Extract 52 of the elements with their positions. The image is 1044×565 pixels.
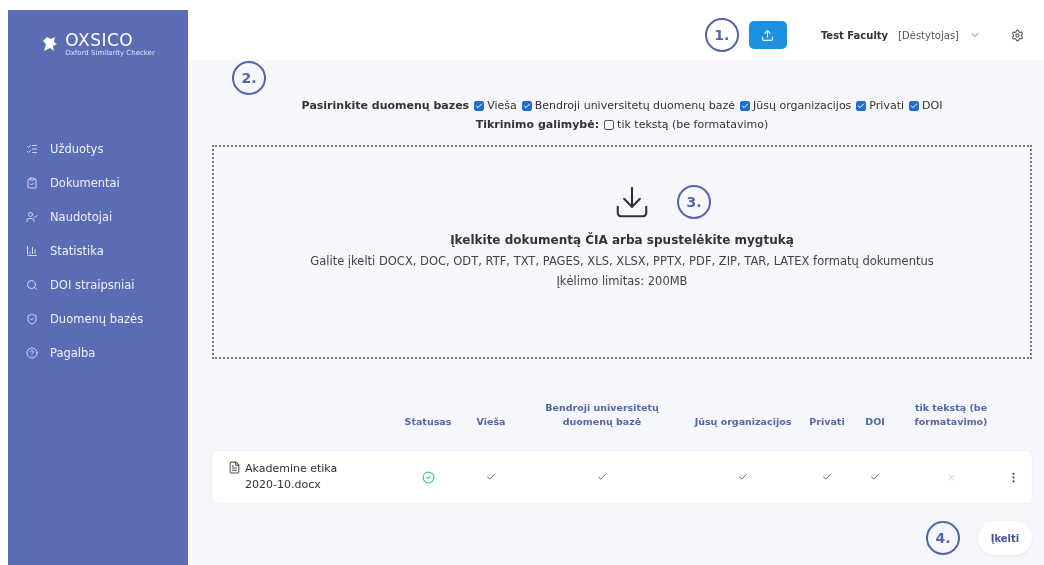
drop-zone[interactable]: 3. Įkelkite dokumentą ČIA arba spustelėkite mygtuką Galite įkelti DOCX, DOC, ODT, RTF, TXT, PAGES, XLS, XLSX, PPTX, PDF, ZIP, TAR, LATEX formatų dokumentus Įkėlimo limitas: 200MB [212, 145, 1032, 359]
check-mode-label: Tikrinimo galimybė: [475, 118, 600, 131]
checkbox[interactable] [521, 100, 532, 111]
sidebar-item[interactable]: Dokumentai [8, 166, 188, 200]
column-header: Statusas [403, 415, 453, 429]
sidebar-item[interactable]: Naudotojai [8, 200, 188, 234]
column-header: Jūsų organizacijos [693, 415, 793, 429]
user-icon [26, 211, 38, 223]
sidebar-item[interactable]: Užduotys [8, 132, 188, 166]
option-label[interactable]: Jūsų organizacijos [753, 99, 852, 112]
formats-text: Galite įkelti DOCX, DOC, ODT, RTF, TXT, PAGES, XLS, XLSX, PPTX, PDF, ZIP, TAR, LATEX formatų dokumentus [310, 253, 934, 270]
sidebar-item[interactable]: Pagalba [8, 336, 188, 370]
upload-icon [761, 28, 775, 42]
option-label[interactable]: Privati [869, 99, 904, 112]
databases-label: Pasirinkite duomenų bazes [301, 99, 470, 112]
shield-icon [26, 313, 38, 325]
option-label[interactable]: Vieša [487, 99, 517, 112]
column-header: Vieša [475, 415, 507, 429]
checkbox[interactable] [909, 100, 919, 111]
option-label[interactable]: DOI [922, 99, 943, 112]
checklist-icon [26, 143, 38, 155]
column-header: tik tekstą (be formatavimo) [913, 401, 989, 429]
sidebar-item[interactable]: Duomenų bazės [8, 302, 188, 336]
checkbox[interactable] [856, 100, 867, 111]
column-header: DOI [864, 415, 886, 429]
settings-icon[interactable] [1011, 28, 1024, 42]
search-icon [26, 279, 38, 291]
file-name[interactable]: Akademine etika 2020-10.docx [245, 461, 365, 493]
option-label[interactable]: tik tekstą (be formatavimo) [617, 118, 769, 131]
step-marker: 4. [926, 521, 960, 555]
checkbox[interactable] [604, 119, 615, 130]
sidebar-item[interactable]: DOI straipsniai [8, 268, 188, 302]
help-icon [26, 347, 38, 359]
upload-submit-button[interactable]: Įkelti [978, 521, 1032, 555]
step-marker: 3. [677, 185, 711, 219]
upload-button[interactable] [748, 21, 787, 49]
drop-title: Įkelkite dokumentą ČIA arba spustelėkite mygtuką [450, 233, 794, 247]
step-marker: 2. [232, 61, 266, 95]
checkbox[interactable] [474, 100, 485, 111]
clipboard-icon [26, 177, 38, 189]
step-marker: 1. [704, 18, 739, 52]
user-name[interactable]: Test Faculty [820, 29, 889, 41]
bar-chart-icon [26, 245, 38, 257]
logo-text: OXSICO [65, 31, 134, 49]
option-label[interactable]: Bendroji universitetų duomenų bazė [534, 99, 735, 112]
checkbox[interactable] [740, 100, 750, 111]
sidebar-item[interactable]: Statistika [8, 234, 188, 268]
document-icon [228, 461, 241, 474]
column-header: Bendroji universitetų duomenų bazė [544, 401, 660, 429]
user-role[interactable]: [Dėstytojas] [898, 29, 959, 41]
column-header: Privati [808, 415, 846, 429]
limit-text: Įkėlimo limitas: 200MB [556, 273, 688, 290]
